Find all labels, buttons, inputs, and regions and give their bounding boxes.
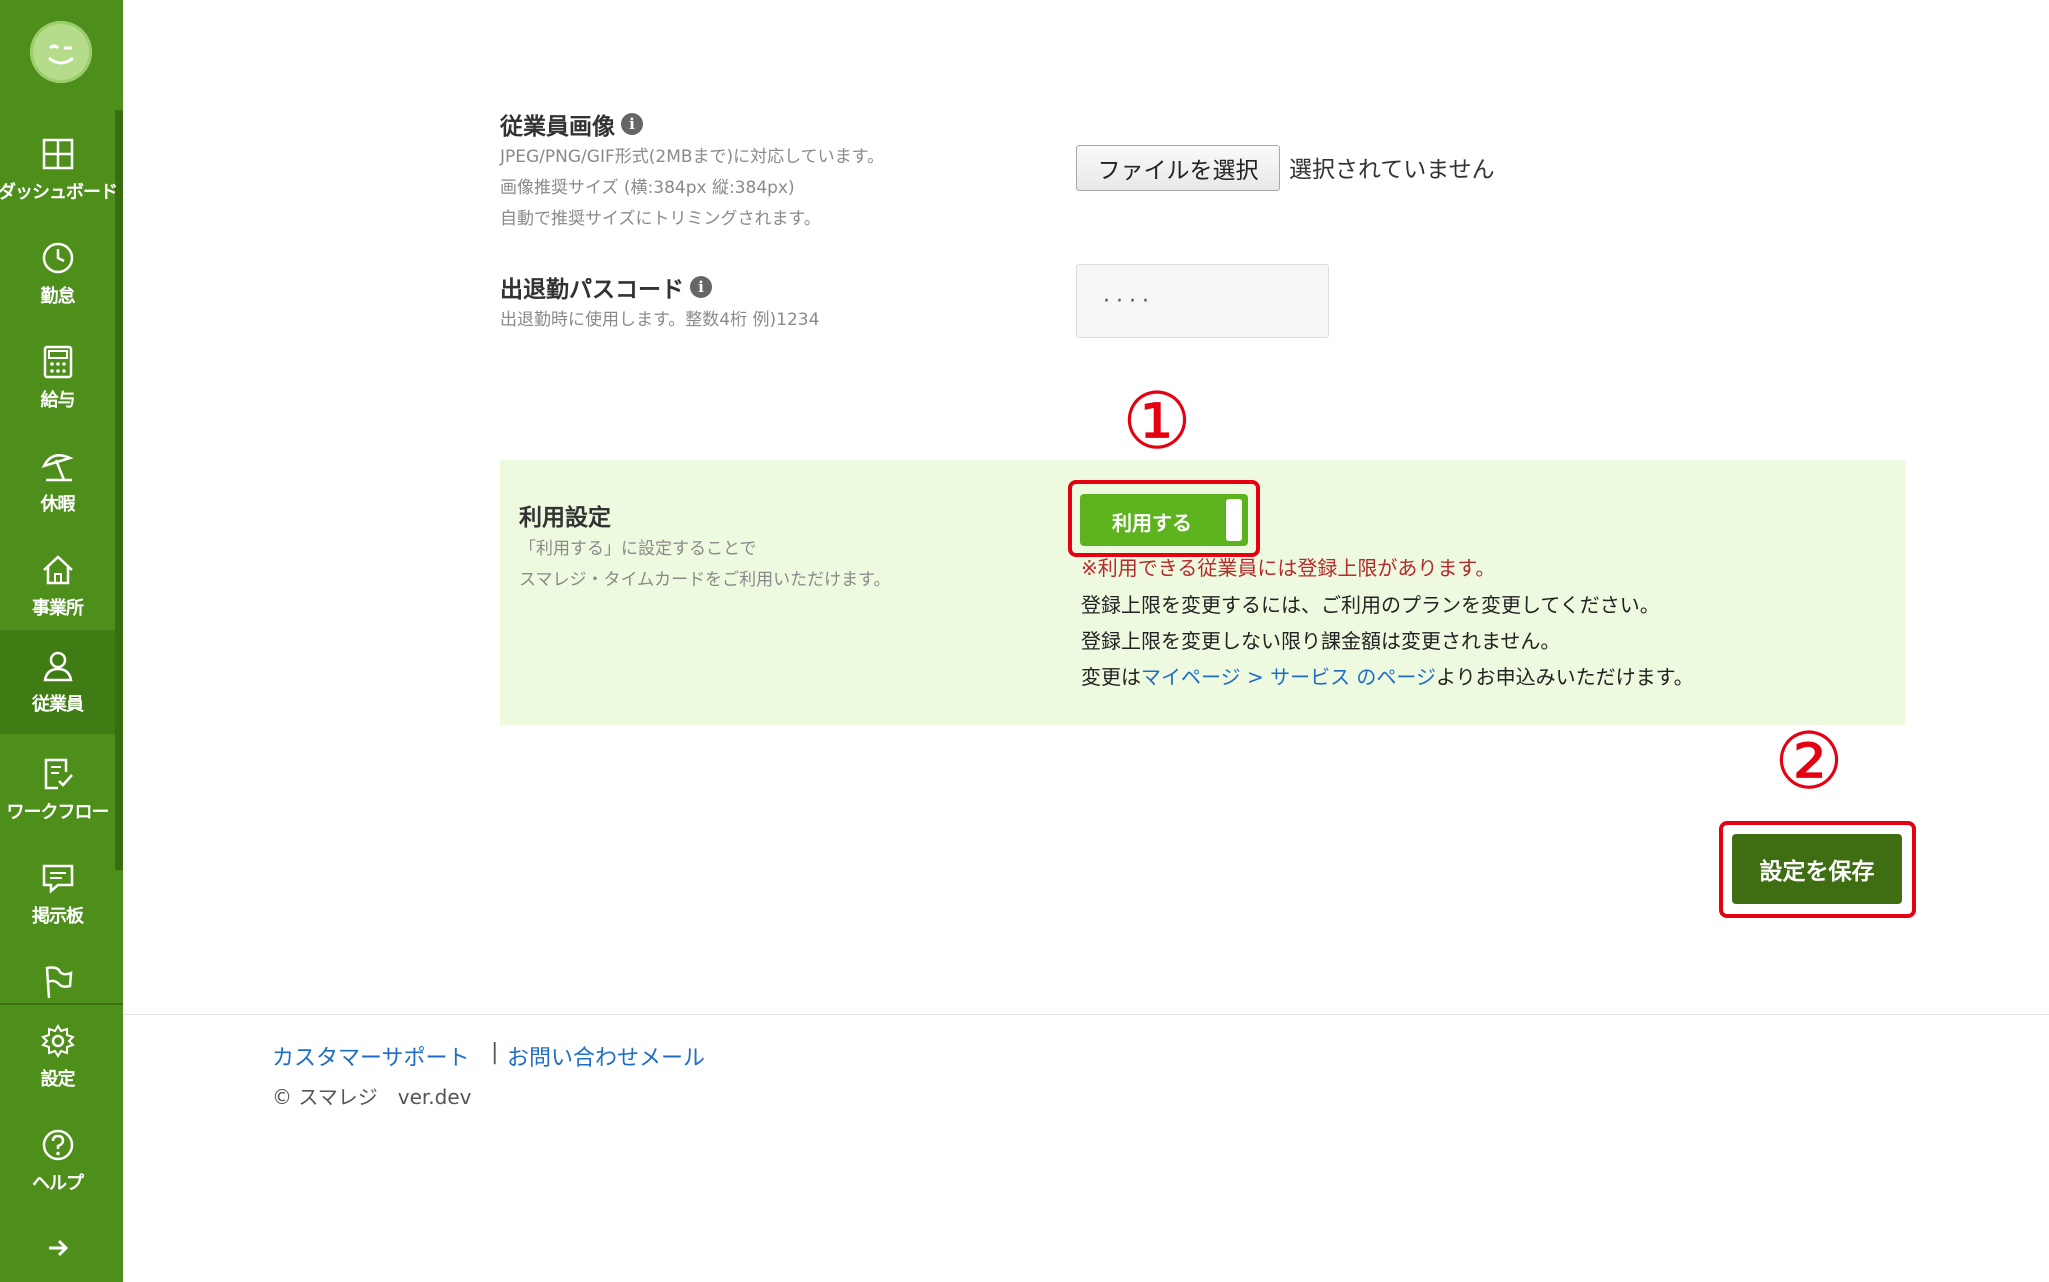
annotation-two: ② xyxy=(1774,717,1844,807)
sidebar-item-label: 設定 xyxy=(40,1069,76,1090)
employee-image-hints: JPEG/PNG/GIF形式(2MBまで)に対応しています。 画像推奨サイズ (… xyxy=(500,142,884,235)
sidebar: ダッシュボード 勤怠 給与 休暇 事業所 従業員 ワークフロー 掲示板 設定 ヘ… xyxy=(0,0,123,1282)
hint-line: 自動で推奨サイズにトリミングされます。 xyxy=(500,209,821,229)
sidebar-item-settings[interactable]: 設定 xyxy=(0,1005,115,1109)
save-settings-button[interactable]: 設定を保存 xyxy=(1732,834,1902,904)
sidebar-item-employees[interactable]: 従業員 xyxy=(0,630,115,734)
sidebar-item-workflow[interactable]: ワークフロー xyxy=(0,738,115,842)
sidebar-scrollbar[interactable] xyxy=(115,110,123,870)
info-icon[interactable]: i xyxy=(621,113,643,135)
sidebar-item-label: ダッシュボード xyxy=(0,182,118,203)
toggle-knob xyxy=(1226,499,1242,541)
customer-support-link[interactable]: カスタマーサポート xyxy=(272,1040,470,1072)
sidebar-item-label: 給与 xyxy=(40,390,76,411)
limit-warning: ※利用できる従業員には登録上限があります。 xyxy=(1081,556,1496,580)
footer-separator: | xyxy=(491,1040,499,1065)
limit-note-1: 登録上限を変更するには、ご利用のプランを変更してください。 xyxy=(1081,593,1660,617)
passcode-title-text: 出退勤パスコード xyxy=(500,277,684,303)
sidebar-item-label: 従業員 xyxy=(32,694,84,715)
smile-icon xyxy=(48,44,74,65)
umbrella-icon xyxy=(41,454,74,482)
gear-icon xyxy=(40,1024,75,1058)
chat-icon xyxy=(42,864,73,894)
sidebar-item-leave[interactable]: 休暇 xyxy=(0,430,115,534)
passcode-hint: 出退勤時に使用します。整数4桁 例)1234 xyxy=(500,310,820,330)
limit-note-3: 変更はマイページ > サービス のページよりお申込みいただけます。 xyxy=(1081,661,1694,690)
passcode-title: 出退勤パスコード i xyxy=(500,270,712,304)
choose-file-button[interactable]: ファイルを選択 xyxy=(1076,145,1280,191)
note-prefix: 変更は xyxy=(1081,665,1141,689)
person-icon xyxy=(43,651,72,682)
dashboard-icon xyxy=(42,138,73,170)
sidebar-item-label: ヘルプ xyxy=(32,1173,84,1194)
note-suffix: よりお申込みいただけます。 xyxy=(1436,665,1694,689)
sidebar-item-label: 勤怠 xyxy=(40,286,76,307)
footer-divider xyxy=(123,1014,2049,1015)
help-icon xyxy=(42,1129,73,1161)
usage-hints: 「利用する」に設定することで スマレジ・タイムカードをご利用いただけます。 xyxy=(519,534,890,596)
limit-note-2: 登録上限を変更しない限り課金額は変更されません。 xyxy=(1081,629,1561,653)
sidebar-item-attendance[interactable]: 勤怠 xyxy=(0,222,115,326)
home-icon xyxy=(42,555,73,585)
employee-image-title-text: 従業員画像 xyxy=(500,114,615,140)
arrow-right-icon xyxy=(48,1239,68,1257)
sidebar-item-board[interactable]: 掲示板 xyxy=(0,842,115,946)
annotation-one: ① xyxy=(1122,377,1192,467)
toggle-label: 利用する xyxy=(1112,511,1192,535)
contact-mail-link[interactable]: お問い合わせメール xyxy=(507,1040,705,1072)
employee-image-title: 従業員画像 i xyxy=(500,107,643,141)
sidebar-item-help[interactable]: ヘルプ xyxy=(0,1109,115,1213)
mypage-service-link[interactable]: マイページ > サービス のページ xyxy=(1141,665,1436,689)
sidebar-item-payroll[interactable]: 給与 xyxy=(0,326,115,430)
sidebar-item-label: 休暇 xyxy=(40,494,76,515)
sidebar-item-flag[interactable] xyxy=(0,946,115,1002)
hint-line: スマレジ・タイムカードをご利用いただけます。 xyxy=(519,570,891,590)
hint-line: JPEG/PNG/GIF形式(2MBまで)に対応しています。 xyxy=(500,147,884,167)
calculator-icon xyxy=(43,345,72,379)
copyright-text: © スマレジ ver.dev xyxy=(272,1085,472,1109)
logo[interactable] xyxy=(30,21,92,83)
sidebar-item-dashboard[interactable]: ダッシュボード xyxy=(0,118,118,222)
usage-title: 利用設定 xyxy=(519,505,611,531)
passcode-input[interactable] xyxy=(1076,264,1329,338)
checklist-icon xyxy=(44,758,73,790)
sidebar-item-label: ワークフロー xyxy=(6,802,110,823)
hint-line: 「利用する」に設定することで xyxy=(519,539,757,559)
sidebar-item-office[interactable]: 事業所 xyxy=(0,534,115,638)
sidebar-item-label: 掲示板 xyxy=(32,906,84,927)
sidebar-item-label: 事業所 xyxy=(32,598,84,619)
file-status-text: 選択されていません xyxy=(1289,157,1495,183)
clock-icon xyxy=(42,242,73,274)
flag-icon xyxy=(45,966,72,999)
sidebar-expand-button[interactable] xyxy=(0,1222,115,1272)
usage-toggle[interactable]: 利用する xyxy=(1080,494,1248,546)
hint-line: 画像推奨サイズ (横:384px 縦:384px) xyxy=(500,178,795,198)
info-icon[interactable]: i xyxy=(690,276,712,298)
